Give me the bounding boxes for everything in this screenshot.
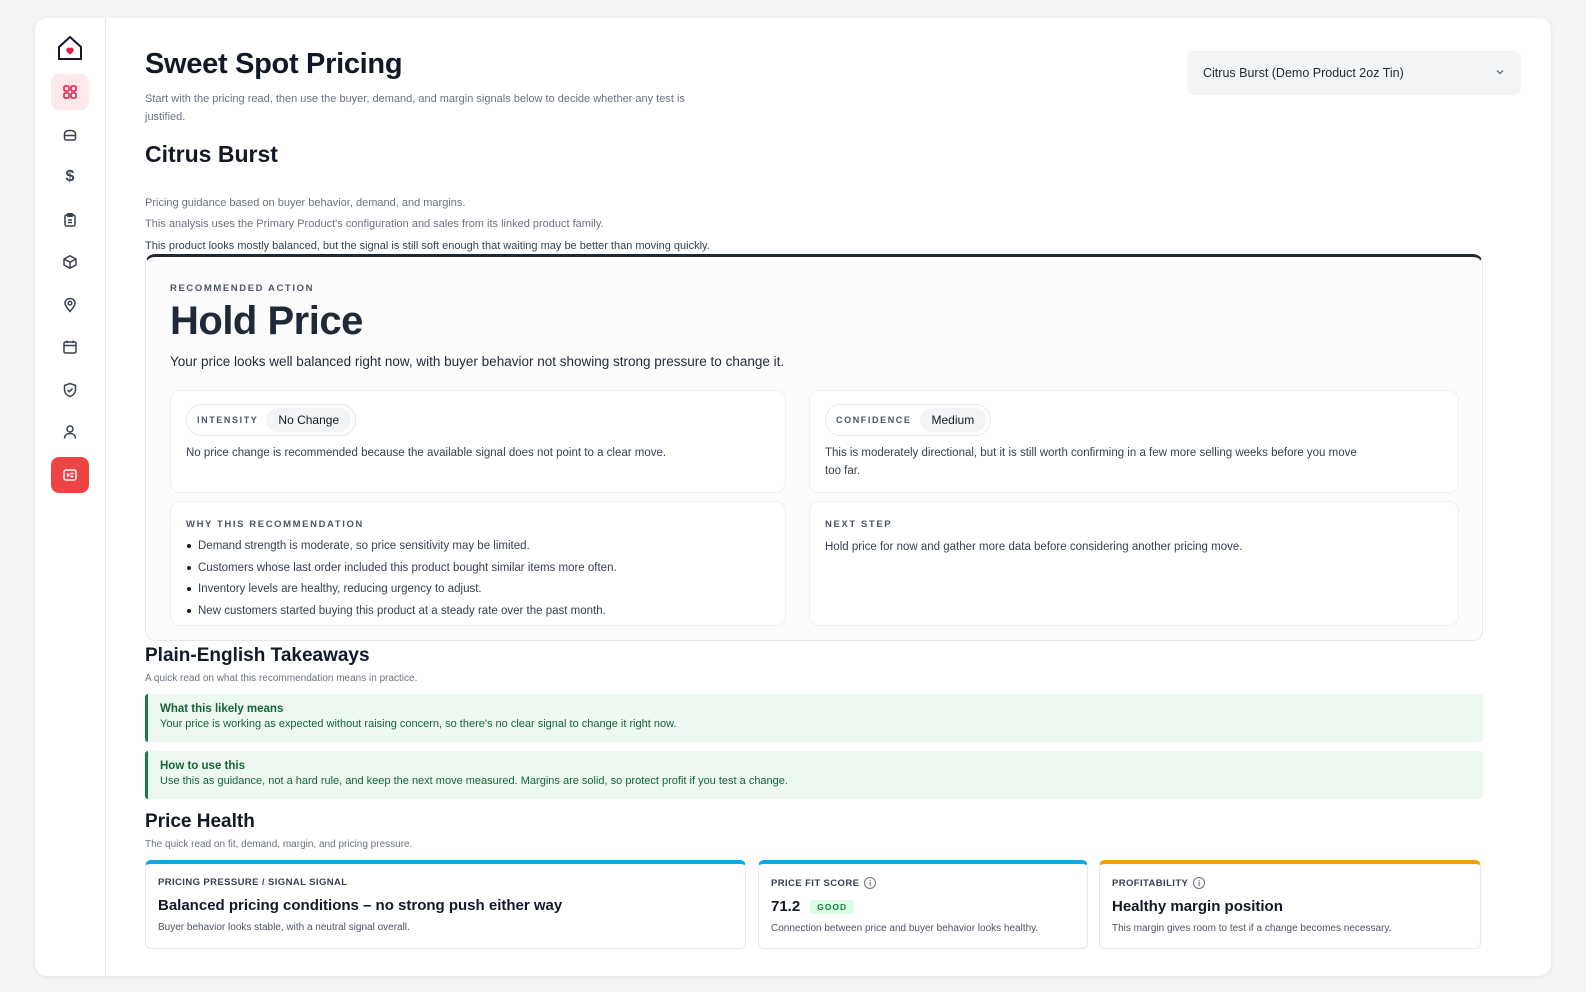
profitability-eyebrow: PROFITABILITY i (1112, 877, 1468, 889)
pricing-pressure-label: PRICING PRESSURE / SIGNAL SIGNAL (158, 877, 348, 888)
takeaways-title: Plain-English Takeaways (145, 645, 370, 666)
price-fit-score-desc: Connection between price and buyer behav… (771, 923, 1039, 934)
product-select[interactable]: Citrus Burst (Demo Product 2oz Tin) (1187, 51, 1521, 95)
price-health-title: Price Health (145, 811, 255, 832)
shield-check-icon (63, 382, 77, 397)
confidence-value: Medium (919, 408, 987, 432)
product-description-2: This analysis uses the Primary Product's… (145, 218, 604, 230)
intensity-value: No Change (266, 408, 352, 432)
why-bullet: Customers whose last order included this… (186, 558, 617, 580)
price-health-subtitle: The quick read on fit, demand, margin, a… (145, 839, 413, 850)
app-window: $ Sweet Spot Pricing Start with the pric… (35, 18, 1551, 976)
profitability-label: PROFITABILITY (1112, 877, 1189, 889)
intensity-pill: Intensity No Change (186, 404, 357, 436)
recommendation-description: Your price looks well balanced right now… (170, 354, 785, 369)
why-bullet: Demand strength is moderate, so price se… (186, 536, 617, 558)
intensity-card: Intensity No Change No price change is r… (170, 390, 786, 493)
info-icon[interactable]: i (864, 877, 877, 889)
why-bullet: Inventory levels are healthy, reducing u… (186, 579, 617, 601)
product-description-3: This product looks mostly balanced, but … (145, 240, 710, 252)
intensity-text: No price change is recommended because t… (186, 447, 667, 459)
confidence-card: Confidence Medium This is moderately dir… (809, 390, 1459, 493)
price-fit-score-row: 71.2 GOOD (771, 898, 1075, 915)
page-title: Sweet Spot Pricing (145, 48, 403, 80)
recommendation-title: Hold Price (170, 299, 363, 343)
sidebar: $ (35, 18, 106, 976)
pricing-pressure-value: Balanced pricing conditions – no strong … (158, 897, 563, 914)
sidebar-item-pricing[interactable]: $ (51, 159, 89, 195)
user-icon (63, 425, 77, 439)
why-bullets: Demand strength is moderate, so price se… (186, 536, 617, 622)
grid-icon (63, 85, 77, 99)
sidebar-item-orders[interactable] (51, 202, 89, 238)
pricing-tag-icon (63, 468, 77, 481)
chevron-down-icon (1495, 67, 1505, 80)
product-description-1: Pricing guidance based on buyer behavior… (145, 197, 466, 209)
pricing-pressure-eyebrow: PRICING PRESSURE / SIGNAL SIGNAL (158, 877, 733, 888)
price-fit-score-label: PRICE FIT SCORE (771, 877, 860, 889)
sidebar-item-security[interactable] (51, 372, 89, 408)
takeaway-how-to-use: How to use this Use this as guidance, no… (145, 751, 1483, 799)
next-step-label: Next step (825, 519, 893, 530)
product-select-value: Citrus Burst (Demo Product 2oz Tin) (1203, 66, 1404, 80)
product-title: Citrus Burst (145, 141, 278, 167)
takeaway-heading: How to use this (160, 760, 245, 772)
takeaway-what-it-means: What this likely means Your price is wor… (145, 694, 1483, 742)
sidebar-item-locations[interactable] (51, 287, 89, 323)
confidence-text: This is moderately directional, but it i… (825, 447, 1357, 477)
info-icon[interactable]: i (1193, 877, 1206, 889)
sidebar-item-inventory[interactable] (51, 117, 89, 153)
sidebar-item-sweet-spot-pricing[interactable] (51, 456, 89, 493)
sidebar-item-products[interactable] (51, 244, 89, 280)
sidebar-item-calendar[interactable] (51, 329, 89, 365)
intensity-label: Intensity (197, 415, 259, 425)
takeaways-subtitle: A quick read on what this recommendation… (145, 673, 418, 684)
main-content: Sweet Spot Pricing Start with the pricin… (145, 18, 1551, 976)
recommendation-eyebrow: Recommended Action (170, 283, 315, 294)
price-fit-score-eyebrow: PRICE FIT SCORE i (771, 877, 1075, 889)
profitability-desc: This margin gives room to test if a chan… (1112, 923, 1392, 934)
pricing-pressure-desc: Buyer behavior looks stable, with a neut… (158, 922, 410, 933)
price-fit-score-value: 71.2 (771, 898, 801, 915)
why-bullet: New customers started buying this produc… (186, 601, 617, 623)
why-card: Why this recommendation Demand strength … (170, 501, 786, 626)
next-step-card: Next step Hold price for now and gather … (809, 501, 1459, 626)
cube-icon (63, 255, 77, 269)
why-label: Why this recommendation (186, 519, 364, 530)
box-icon (63, 129, 77, 141)
status-badge: GOOD (810, 899, 855, 914)
profitability-card: PROFITABILITY i Healthy margin position … (1099, 860, 1481, 949)
location-pin-icon (64, 297, 76, 313)
sidebar-item-account[interactable] (51, 414, 89, 450)
calendar-icon (63, 340, 77, 354)
takeaway-body: Your price is working as expected withou… (160, 718, 677, 730)
home-logo-icon[interactable] (54, 32, 86, 64)
next-step-text: Hold price for now and gather more data … (825, 541, 1243, 553)
page-subtitle: Start with the pricing read, then use th… (145, 93, 685, 123)
sidebar-item-dashboard[interactable] (51, 74, 89, 110)
dollar-icon: $ (65, 168, 75, 185)
pricing-pressure-card: PRICING PRESSURE / SIGNAL SIGNAL Balance… (145, 860, 746, 949)
clipboard-icon (64, 212, 76, 227)
profitability-value: Healthy margin position (1112, 898, 1283, 915)
confidence-pill: Confidence Medium (825, 404, 992, 436)
takeaway-heading: What this likely means (160, 703, 284, 715)
recommendation-card: Recommended Action Hold Price Your price… (145, 254, 1483, 641)
confidence-label: Confidence (836, 415, 912, 425)
price-fit-score-card: PRICE FIT SCORE i 71.2 GOOD Connection b… (758, 860, 1088, 949)
takeaway-body: Use this as guidance, not a hard rule, a… (160, 775, 788, 787)
